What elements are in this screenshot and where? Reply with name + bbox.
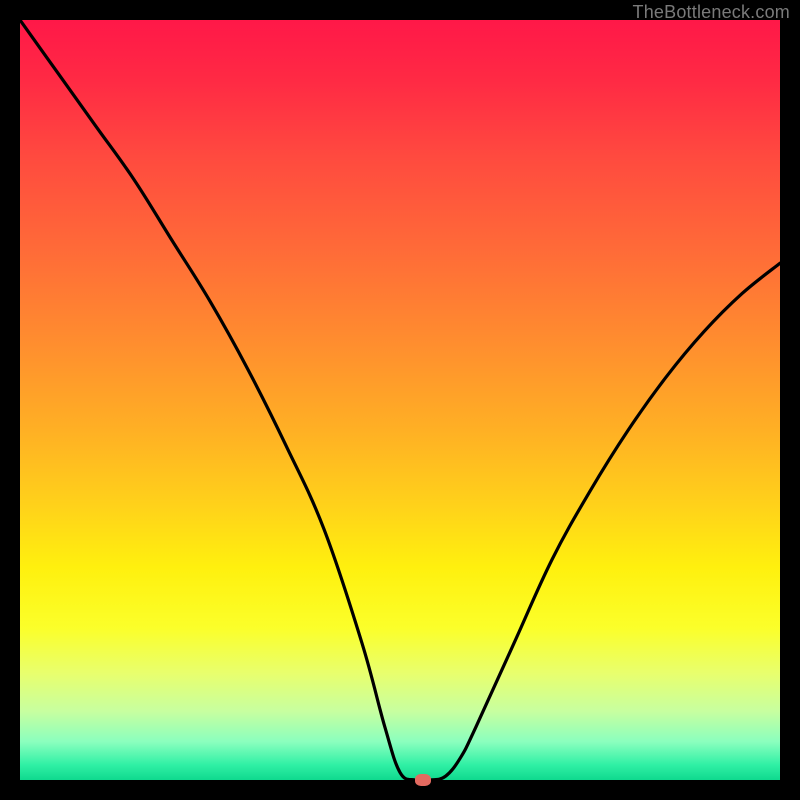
optimum-marker (415, 774, 431, 786)
bottleneck-curve (20, 20, 780, 780)
plot-area (20, 20, 780, 780)
chart-frame: TheBottleneck.com (0, 0, 800, 800)
